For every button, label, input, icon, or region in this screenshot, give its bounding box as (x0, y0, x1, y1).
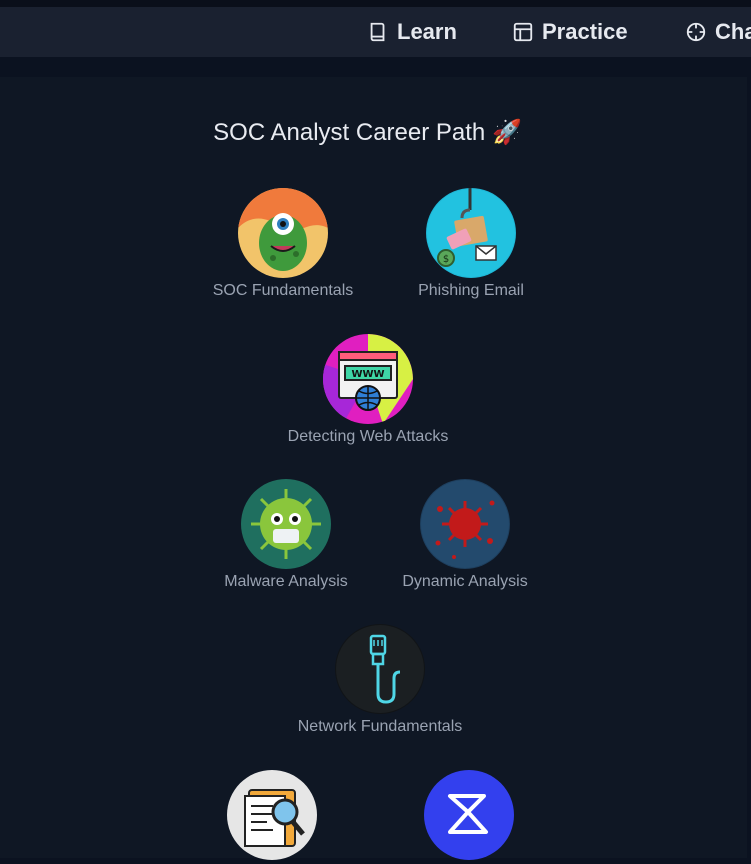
module-sigma[interactable] (379, 770, 559, 864)
nav-challenges[interactable]: Cha (685, 14, 751, 50)
module-document-analysis[interactable] (182, 770, 362, 864)
green-monster-icon (238, 188, 328, 278)
module-label: SOC Fundamentals (212, 282, 354, 299)
module-malware-analysis[interactable]: Malware Analysis (196, 479, 376, 591)
green-virus-icon (241, 479, 331, 569)
nav-practice[interactable]: Practice (512, 14, 628, 50)
nav-learn-label: Learn (397, 19, 457, 44)
nav-learn[interactable]: Learn (367, 14, 457, 50)
module-network-fundamentals[interactable]: Network Fundamentals (270, 624, 490, 736)
document-magnifier-icon (227, 770, 317, 860)
red-virus-icon (420, 479, 510, 569)
module-label: Detecting Web Attacks (287, 428, 449, 445)
module-label: Malware Analysis (224, 573, 348, 590)
top-navbar: Learn Practice Cha (0, 7, 751, 57)
module-dynamic-analysis[interactable]: Dynamic Analysis (375, 479, 555, 591)
svg-text:$: $ (443, 254, 449, 265)
crosshair-icon (686, 22, 706, 42)
career-path-panel (0, 77, 747, 858)
phishing-hook-icon: $ (426, 188, 516, 278)
web-browser-globe-icon: WWW (323, 334, 413, 424)
nav-practice-label: Practice (542, 19, 628, 44)
sigma-icon (424, 770, 514, 860)
module-label: Network Fundamentals (297, 718, 463, 735)
career-path-title: SOC Analyst Career Path 🚀 (213, 119, 522, 146)
svg-text:WWW: WWW (351, 369, 384, 380)
nav-gap (0, 57, 751, 77)
nav-challenges-label: Cha (715, 19, 751, 44)
module-detecting-web-attacks[interactable]: WWW Detecting Web Attacks (258, 334, 478, 446)
module-phishing-email[interactable]: $ Phishing Email (381, 188, 561, 300)
module-label: Dynamic Analysis (402, 573, 528, 590)
network-cable-icon (335, 624, 425, 714)
book-icon (370, 22, 385, 42)
layout-icon (513, 22, 533, 42)
module-label: Phishing Email (418, 282, 524, 299)
top-strip (0, 0, 751, 7)
module-soc-fundamentals[interactable]: SOC Fundamentals (193, 188, 373, 300)
